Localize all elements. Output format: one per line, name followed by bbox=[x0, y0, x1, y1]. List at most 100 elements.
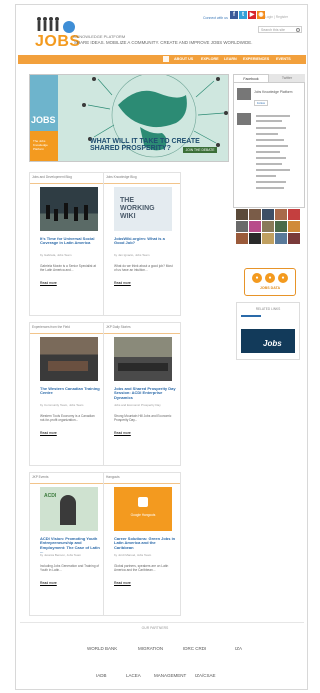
nav-item-about[interactable]: ABOUT US bbox=[174, 57, 193, 61]
card-title[interactable]: Jobs and Shared Prosperity Day Session: … bbox=[114, 386, 176, 400]
tweet-line bbox=[256, 187, 284, 189]
card-title[interactable]: ACDI Vision: Promoting Youth Entrepreneu… bbox=[40, 536, 102, 555]
logo-figures[interactable] bbox=[35, 16, 67, 32]
card-category[interactable]: Jobs and Development Blog bbox=[32, 175, 72, 179]
partner-logo[interactable]: LACEA bbox=[126, 673, 141, 678]
tagline: SHARE IDEAS. MOBILIZE A COMMUNITY. CREAT… bbox=[74, 40, 253, 45]
twitter-account-name[interactable]: Jobs Knowledge Platform bbox=[254, 90, 292, 94]
follow-button[interactable]: Follow bbox=[254, 100, 268, 106]
search-icon[interactable] bbox=[296, 28, 300, 32]
jobs-data-widget[interactable]: ● ● ● JOBS DATA bbox=[244, 268, 296, 296]
follower-photo[interactable] bbox=[288, 233, 300, 244]
main-nav: ABOUT US EXPLORE LEARN EXPERIENCES EVENT… bbox=[18, 55, 306, 64]
card-divider bbox=[104, 183, 180, 184]
article-card: JKP Daily Stories Jobs and Shared Prosper… bbox=[103, 322, 181, 466]
logo-globe-icon bbox=[63, 21, 75, 33]
card-divider bbox=[104, 483, 180, 484]
tweet-line bbox=[256, 157, 286, 159]
read-more-link[interactable]: Read more bbox=[114, 281, 131, 285]
tweet-line bbox=[256, 115, 290, 117]
card-title[interactable]: The Western Canadian Training Centre bbox=[40, 386, 102, 396]
circle-icon: ● bbox=[265, 273, 275, 283]
card-category[interactable]: Hangouts bbox=[106, 475, 120, 479]
follower-photo[interactable] bbox=[236, 221, 248, 232]
social-tabs: Facebook Twitter bbox=[233, 74, 305, 82]
partner-logo[interactable]: IZA/CSAE bbox=[195, 673, 216, 678]
card-title[interactable]: It's Time for Universal Social Coverage … bbox=[40, 236, 102, 246]
follower-photo[interactable] bbox=[275, 233, 287, 244]
nav-item-experiences[interactable]: EXPERIENCES bbox=[243, 57, 269, 61]
card-divider bbox=[30, 183, 106, 184]
follower-photo[interactable] bbox=[236, 233, 248, 244]
card-category[interactable]: Jobs Knowledge Blog bbox=[106, 175, 137, 179]
card-image[interactable]: ACDI bbox=[40, 487, 98, 531]
top-links[interactable]: Login | Register bbox=[265, 15, 288, 19]
social-label: Connect with us bbox=[203, 16, 228, 20]
youtube-icon[interactable]: ▶ bbox=[248, 11, 256, 19]
follower-photo[interactable] bbox=[236, 209, 248, 220]
follower-photo-grid bbox=[236, 209, 300, 253]
card-category[interactable]: Experiences from the Field bbox=[32, 325, 70, 329]
twitter-icon[interactable]: t bbox=[239, 11, 247, 19]
follower-photo[interactable] bbox=[275, 221, 287, 232]
partner-logo[interactable]: MANAGEMENT bbox=[154, 673, 186, 678]
follower-photo[interactable] bbox=[262, 209, 274, 220]
tab-facebook[interactable]: Facebook bbox=[233, 74, 269, 82]
card-image[interactable]: THE WORKING WIKI bbox=[114, 187, 172, 231]
card-title[interactable]: Career Solutions: Green Jobs in Latin Am… bbox=[114, 536, 176, 550]
read-more-link[interactable]: Read more bbox=[114, 431, 131, 435]
read-more-link[interactable]: Read more bbox=[40, 281, 57, 285]
card-meta: by Gabriela, Jobs Team bbox=[40, 253, 72, 257]
follower-photo[interactable] bbox=[288, 209, 300, 220]
partner-logo[interactable]: WORLD BANK bbox=[87, 646, 117, 651]
card-image[interactable] bbox=[40, 187, 98, 231]
rss-icon[interactable]: ◉ bbox=[257, 11, 265, 19]
nav-item-learn[interactable]: LEARN bbox=[224, 57, 237, 61]
partner-logo[interactable]: IDRC CRDI bbox=[183, 646, 206, 651]
card-image[interactable] bbox=[114, 337, 172, 381]
partner-logo[interactable]: IZA bbox=[235, 646, 242, 651]
page-root: JOBS A KNOWLEDGE PLATFORM SHARE IDEAS. M… bbox=[0, 0, 310, 693]
follower-photo[interactable] bbox=[262, 221, 274, 232]
nav-item-events[interactable]: EVENTS bbox=[276, 57, 291, 61]
facebook-icon[interactable]: f bbox=[230, 11, 238, 19]
related-links-title: RELATED LINKS bbox=[255, 307, 281, 311]
card-meta: Jobs and Economic Prosperity Day bbox=[114, 403, 161, 407]
search-placeholder: Search this site bbox=[261, 28, 285, 32]
follower-photo[interactable] bbox=[249, 209, 261, 220]
nav-item-explore[interactable]: EXPLORE bbox=[201, 57, 219, 61]
article-card: Jobs Knowledge Blog THE WORKING WIKI JobsWik… bbox=[103, 172, 181, 316]
card-image[interactable] bbox=[40, 337, 98, 381]
join-debate-button[interactable]: JOIN THE DEBATE bbox=[183, 147, 217, 153]
card-title[interactable]: JobsWiki.org/en: What is a Good Job? bbox=[114, 236, 176, 246]
read-more-link[interactable]: Read more bbox=[114, 581, 131, 585]
follower-photo[interactable] bbox=[249, 233, 261, 244]
hero-banner[interactable]: JOBS The Jobs Knowledge Platform WHAT WI… bbox=[29, 74, 229, 162]
partners-title: OUR PARTNERS bbox=[141, 626, 169, 630]
follower-photo[interactable] bbox=[262, 233, 274, 244]
card-image[interactable]: Google Hangouts bbox=[114, 487, 172, 531]
home-icon[interactable] bbox=[163, 56, 169, 62]
tweet-line bbox=[256, 120, 282, 122]
follower-photo[interactable] bbox=[249, 221, 261, 232]
read-more-link[interactable]: Read more bbox=[40, 581, 57, 585]
partner-logo[interactable]: IADB bbox=[96, 673, 107, 678]
card-divider bbox=[30, 483, 106, 484]
card-category[interactable]: JKP Events bbox=[32, 475, 48, 479]
search-input[interactable]: Search this site bbox=[258, 26, 302, 33]
hero-side-text: The Jobs Knowledge Platform bbox=[33, 139, 48, 151]
read-more-link[interactable]: Read more bbox=[40, 431, 57, 435]
card-excerpt: Strong Mountain Hill Jobs and Economic P… bbox=[114, 414, 172, 422]
related-caption: Jobs bbox=[263, 339, 282, 348]
circle-icon: ● bbox=[278, 273, 288, 283]
tweet-line bbox=[256, 169, 290, 171]
tweet-line bbox=[256, 139, 284, 141]
follower-photo[interactable] bbox=[288, 221, 300, 232]
footer-divider bbox=[20, 622, 304, 623]
tab-twitter[interactable]: Twitter bbox=[269, 74, 305, 82]
partner-logo[interactable]: MIGRATION bbox=[138, 646, 163, 651]
card-divider bbox=[30, 333, 106, 334]
tweet-line bbox=[256, 181, 286, 183]
card-category[interactable]: JKP Daily Stories bbox=[106, 325, 131, 329]
follower-photo[interactable] bbox=[275, 209, 287, 220]
